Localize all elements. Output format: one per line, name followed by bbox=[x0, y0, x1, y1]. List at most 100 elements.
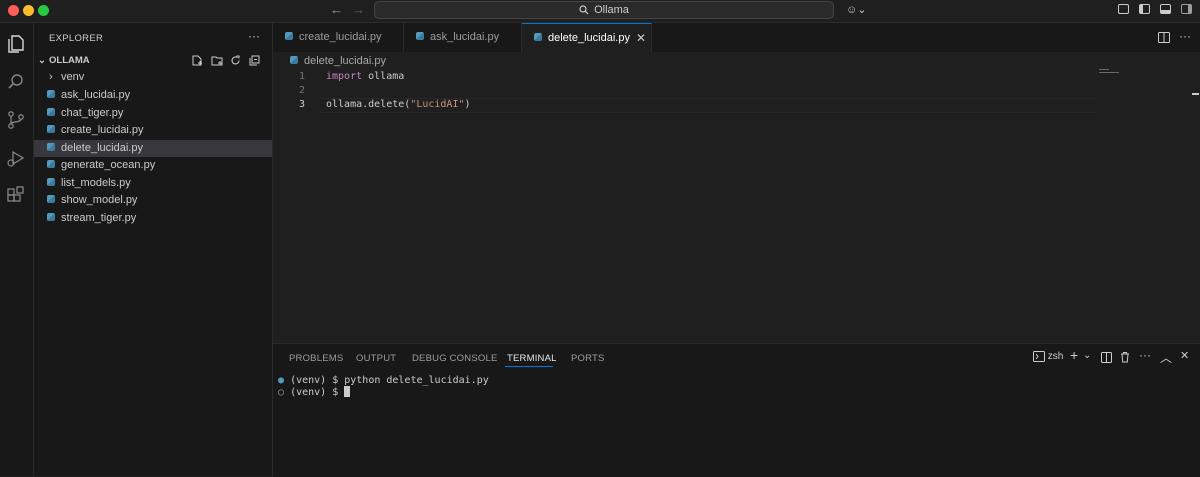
tab-output[interactable]: OUTPUT bbox=[356, 353, 396, 364]
python-file-icon bbox=[47, 195, 55, 204]
close-panel-icon[interactable]: ✕ bbox=[1180, 349, 1189, 362]
terminal-shell-selector[interactable]: zsh bbox=[1033, 351, 1063, 365]
folder-label: OLLAMA bbox=[49, 55, 90, 66]
tree-item-label: delete_lucidai.py bbox=[61, 142, 143, 154]
editor-tab-bar: create_lucidai.py ask_lucidai.py delete_… bbox=[273, 23, 1200, 53]
maximize-panel-icon[interactable]: ︿ bbox=[1160, 349, 1172, 366]
run-and-debug-icon[interactable] bbox=[5, 147, 27, 169]
toggle-panel-icon[interactable] bbox=[1160, 4, 1171, 14]
chevron-down-icon[interactable]: ⌄ bbox=[1083, 350, 1091, 361]
python-file-icon bbox=[47, 90, 55, 99]
chevron-down-icon: ⌄ bbox=[38, 55, 46, 66]
tab-debug-console[interactable]: DEBUG CONSOLE bbox=[412, 353, 497, 364]
sidebar-title: EXPLORER bbox=[49, 33, 104, 44]
breadcrumb-label: delete_lucidai.py bbox=[304, 55, 386, 67]
tree-item-file[interactable]: stream_tiger.py bbox=[34, 210, 272, 227]
tree-item-file[interactable]: list_models.py bbox=[34, 175, 272, 192]
copilot-icon[interactable]: ☺⌄ bbox=[846, 3, 866, 16]
python-file-icon bbox=[47, 160, 55, 169]
code-line: import ollama bbox=[326, 71, 404, 82]
python-file-icon bbox=[285, 32, 293, 41]
python-file-icon bbox=[534, 33, 542, 42]
code-text: ollama bbox=[362, 71, 405, 82]
tab-ask-lucidai[interactable]: ask_lucidai.py bbox=[404, 23, 522, 52]
tree-item-file[interactable]: create_lucidai.py bbox=[34, 122, 272, 139]
active-tab-indicator bbox=[505, 366, 553, 367]
terminal-icon bbox=[1033, 351, 1045, 362]
refresh-icon[interactable] bbox=[230, 55, 241, 66]
toggle-primary-sidebar-icon[interactable] bbox=[1139, 4, 1150, 14]
toggle-secondary-sidebar-icon[interactable] bbox=[1181, 4, 1192, 14]
terminal-line: ● (venv) $ python delete_lucidai.py bbox=[278, 375, 489, 386]
explorer-sidebar: EXPLORER ··· ⌄ OLLAMA › venv ask_lucidai… bbox=[34, 23, 273, 476]
tab-create-lucidai[interactable]: create_lucidai.py bbox=[273, 23, 404, 52]
source-control-icon[interactable] bbox=[5, 109, 27, 131]
python-file-icon bbox=[47, 125, 55, 134]
breadcrumb[interactable]: delete_lucidai.py bbox=[290, 55, 386, 67]
search-icon bbox=[579, 5, 589, 15]
tree-item-file[interactable]: ask_lucidai.py bbox=[34, 87, 272, 104]
split-editor-icon[interactable] bbox=[1158, 32, 1170, 43]
terminal-text: (venv) $ python delete_lucidai.py bbox=[290, 375, 489, 386]
code-text: ) bbox=[464, 99, 471, 110]
collapse-all-icon[interactable] bbox=[249, 55, 260, 66]
explorer-icon[interactable] bbox=[5, 33, 27, 55]
tree-item-label: show_model.py bbox=[61, 194, 138, 206]
code-keyword: import bbox=[326, 71, 363, 82]
tab-label: create_lucidai.py bbox=[299, 31, 382, 43]
tab-delete-lucidai[interactable]: delete_lucidai.py ✕ bbox=[522, 23, 652, 52]
tree-item-file[interactable]: show_model.py bbox=[34, 192, 272, 209]
new-file-icon[interactable] bbox=[192, 55, 203, 66]
trash-icon[interactable] bbox=[1120, 351, 1130, 363]
python-file-icon bbox=[47, 143, 55, 152]
overview-ruler-cursor bbox=[1192, 93, 1199, 95]
tab-terminal[interactable]: TERMINAL bbox=[507, 353, 557, 364]
tab-problems[interactable]: PROBLEMS bbox=[289, 353, 343, 364]
tree-item-label: venv bbox=[61, 71, 85, 83]
bottom-panel: PROBLEMS OUTPUT DEBUG CONSOLE TERMINAL P… bbox=[273, 343, 1200, 477]
minimap[interactable] bbox=[1099, 69, 1121, 73]
line-number-current: 3 bbox=[298, 99, 305, 110]
back-arrow-icon[interactable]: ← bbox=[330, 2, 343, 17]
editor-more-actions-button[interactable]: ··· bbox=[1179, 29, 1191, 43]
python-file-icon bbox=[47, 213, 55, 222]
folder-header[interactable]: ⌄ OLLAMA bbox=[34, 52, 272, 69]
code-string: "LucidAI" bbox=[410, 99, 465, 110]
command-success-icon: ● bbox=[278, 375, 285, 386]
tree-item-label: chat_tiger.py bbox=[61, 107, 124, 119]
tree-item-file-selected[interactable]: delete_lucidai.py bbox=[34, 140, 272, 157]
tree-item-label: generate_ocean.py bbox=[61, 159, 156, 171]
tab-ports[interactable]: PORTS bbox=[571, 353, 605, 364]
customize-layout-icon[interactable] bbox=[1118, 4, 1129, 14]
search-icon[interactable] bbox=[5, 71, 27, 93]
code-line: ollama.delete("LucidAI") bbox=[326, 99, 471, 110]
terminal-text: (venv) $ bbox=[290, 387, 345, 398]
command-center-search[interactable]: Ollama bbox=[374, 1, 834, 19]
tab-label: ask_lucidai.py bbox=[430, 31, 500, 43]
minimize-window-button[interactable] bbox=[23, 5, 34, 16]
new-terminal-icon[interactable]: + bbox=[1070, 347, 1078, 363]
code-editor[interactable]: delete_lucidai.py 1 import ollama 2 3 ol… bbox=[273, 52, 1200, 342]
forward-arrow-icon[interactable]: → bbox=[352, 2, 365, 17]
tree-item-file[interactable]: chat_tiger.py bbox=[34, 105, 272, 122]
python-file-icon bbox=[290, 56, 298, 65]
tree-item-label: list_models.py bbox=[61, 177, 131, 189]
terminal-cursor bbox=[344, 386, 351, 397]
panel-more-actions-button[interactable]: ··· bbox=[1139, 348, 1151, 362]
tree-item-venv[interactable]: › venv bbox=[34, 69, 272, 86]
close-tab-icon[interactable]: ✕ bbox=[636, 24, 646, 53]
title-bar: ← → Ollama ☺⌄ bbox=[0, 0, 1200, 23]
tree-item-file[interactable]: generate_ocean.py bbox=[34, 157, 272, 174]
terminal-line: ○ (venv) $ bbox=[278, 386, 351, 398]
python-file-icon bbox=[47, 108, 55, 117]
command-pending-icon: ○ bbox=[278, 387, 285, 398]
close-window-button[interactable] bbox=[8, 5, 19, 16]
more-actions-button[interactable]: ··· bbox=[248, 29, 260, 43]
line-number: 1 bbox=[298, 71, 305, 82]
line-number: 2 bbox=[298, 85, 305, 96]
new-folder-icon[interactable] bbox=[211, 55, 223, 66]
split-terminal-icon[interactable] bbox=[1101, 352, 1112, 363]
extensions-icon[interactable] bbox=[5, 185, 27, 207]
zoom-window-button[interactable] bbox=[38, 5, 49, 16]
shell-label: zsh bbox=[1047, 351, 1064, 363]
